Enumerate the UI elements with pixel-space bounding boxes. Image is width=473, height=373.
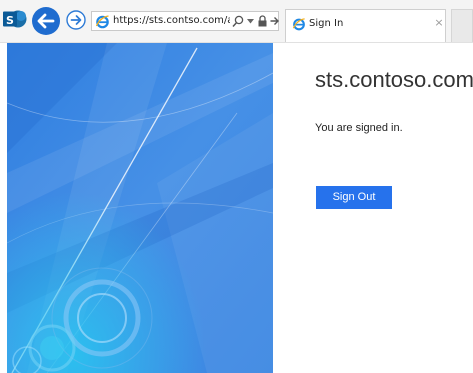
signed-in-message: You are signed in. [315, 122, 403, 134]
svg-text:S: S [6, 14, 14, 27]
search-icon[interactable] [232, 15, 244, 28]
tab-sign-in[interactable]: Sign In × [285, 9, 446, 42]
sharepoint-logo-icon[interactable]: S [2, 8, 28, 30]
ie-icon [95, 15, 109, 29]
tab-title: Sign In [309, 18, 344, 29]
back-arrow-icon[interactable] [31, 6, 61, 36]
sign-out-button[interactable]: Sign Out [316, 186, 392, 209]
close-icon[interactable]: × [434, 16, 444, 30]
url-text[interactable]: https://sts.contso.com/ad [113, 14, 230, 28]
ie-icon [292, 18, 305, 31]
go-arrow-icon[interactable] [270, 16, 279, 26]
chevron-down-icon[interactable] [247, 19, 254, 24]
browser-toolbar: S https://sts.contso.com/ad Sign In × [0, 0, 473, 43]
page-title: sts.contoso.com [315, 67, 473, 92]
lock-icon[interactable] [258, 15, 267, 27]
forward-arrow-icon[interactable] [66, 10, 86, 30]
address-bar[interactable]: https://sts.contso.com/ad [91, 11, 279, 31]
new-tab-button[interactable] [451, 9, 473, 42]
sign-in-panel: sts.contoso.com You are signed in. Sign … [315, 43, 473, 373]
sign-in-illustration [7, 43, 273, 373]
